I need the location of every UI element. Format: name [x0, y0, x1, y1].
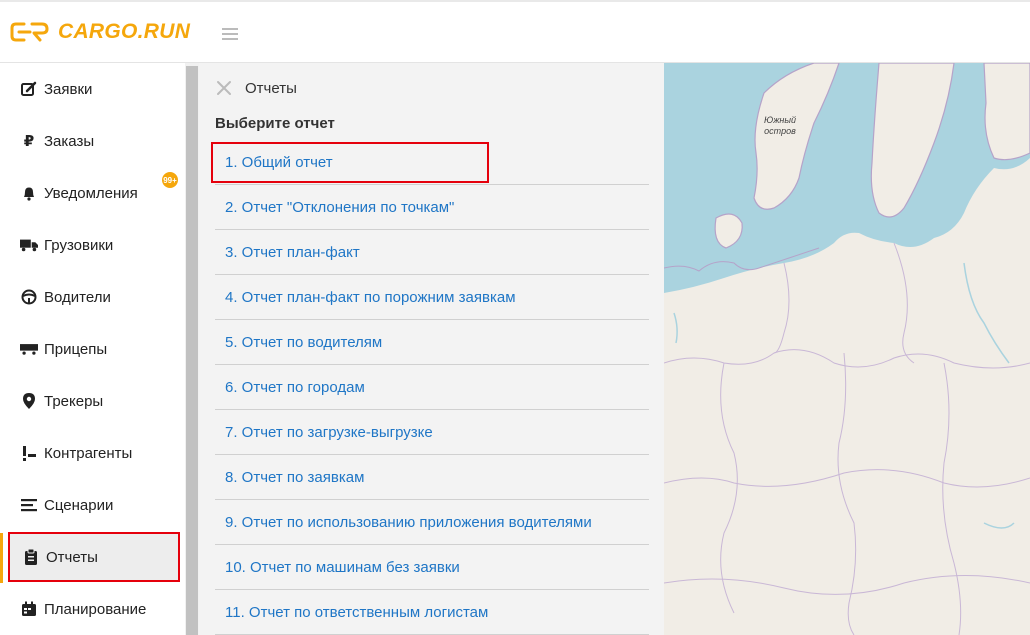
truck-icon	[20, 236, 38, 254]
report-link[interactable]: 11. Отчет по ответственным логистам	[215, 590, 649, 635]
contacts-icon	[20, 444, 38, 462]
clipboard-icon	[22, 548, 40, 566]
cargo-run-logo-icon	[10, 22, 49, 42]
sidebar-item-label: Заявки	[44, 80, 93, 98]
sidebar-item-label: Сценарии	[44, 496, 114, 514]
sidebar-item-trailers[interactable]: Прицепы	[8, 324, 180, 374]
sidebar-item-label: Заказы	[44, 132, 95, 150]
brand-name: CARGO.RUN	[58, 20, 191, 43]
sidebar-scrollbar-thumb[interactable]	[186, 66, 198, 635]
report-link[interactable]: 8. Отчет по заявкам	[215, 455, 649, 500]
reports-panel: Отчеты Выберите отчет 1. Общий отчет 2. …	[199, 63, 664, 635]
report-link[interactable]: 4. Отчет план-факт по порожним заявкам	[215, 275, 649, 320]
notifications-badge: 99+	[162, 172, 178, 188]
trailer-icon	[20, 340, 38, 358]
report-link[interactable]: 3. Отчет план-факт	[215, 230, 649, 275]
ruble-icon: ₽	[23, 133, 35, 150]
sidebar-item-label: Планирование	[44, 600, 147, 618]
report-link[interactable]: 7. Отчет по загрузке-выгрузке	[215, 410, 649, 455]
report-link[interactable]: 6. Отчет по городам	[215, 365, 649, 410]
panel-subtitle: Выберите отчет	[215, 115, 335, 132]
logo[interactable]: CARGO.RUN	[10, 20, 190, 44]
bell-icon	[20, 184, 38, 202]
report-link[interactable]: 10. Отчет по машинам без заявки	[215, 545, 649, 590]
edit-icon	[20, 80, 38, 98]
sidebar-item-planning[interactable]: Планирование	[8, 584, 180, 634]
map-tiles	[664, 63, 1030, 635]
sidebar-item-label: Уведомления	[44, 184, 138, 202]
report-link[interactable]: 2. Отчет "Отклонения по точкам"	[215, 185, 649, 230]
sidebar-item-orders[interactable]: ₽ Заказы	[8, 116, 180, 166]
map-label-south-island: Южный остров	[764, 115, 796, 136]
sidebar-item-notifications[interactable]: Уведомления	[8, 168, 180, 218]
report-link-general[interactable]: 1. Общий отчет	[211, 142, 489, 183]
report-link[interactable]: 9. Отчет по использованию приложения вод…	[215, 500, 649, 545]
sidebar-item-label: Водители	[44, 288, 111, 306]
app-header: CARGO.RUN	[0, 0, 1030, 63]
map-view[interactable]: Южный остров	[664, 63, 1030, 635]
sidebar-item-reports[interactable]: Отчеты	[8, 532, 180, 582]
sidebar-item-drivers[interactable]: Водители	[8, 272, 180, 322]
sidebar-item-label: Грузовики	[44, 236, 114, 254]
close-icon[interactable]	[216, 80, 232, 96]
map-marker-icon	[20, 392, 38, 410]
sidebar-item-requests[interactable]: Заявки	[8, 64, 180, 114]
menu-toggle-icon[interactable]	[222, 28, 238, 41]
sidebar: Заявки ₽ Заказы Уведомления 99+ Грузовик…	[0, 63, 185, 635]
sidebar-item-counterparties[interactable]: Контрагенты	[8, 428, 180, 478]
sidebar-item-label: Отчеты	[46, 548, 98, 566]
steering-wheel-icon	[20, 288, 38, 306]
panel-title: Отчеты	[245, 80, 297, 97]
sidebar-item-label: Трекеры	[44, 392, 104, 410]
report-link[interactable]: 5. Отчет по водителям	[215, 320, 649, 365]
sidebar-item-label: Контрагенты	[44, 444, 133, 462]
list-icon	[20, 496, 38, 514]
calendar-icon	[20, 600, 38, 618]
active-indicator	[0, 533, 3, 583]
sidebar-item-label: Прицепы	[44, 340, 108, 358]
sidebar-item-trackers[interactable]: Трекеры	[8, 376, 180, 426]
sidebar-item-trucks[interactable]: Грузовики	[8, 220, 180, 270]
sidebar-item-scenarios[interactable]: Сценарии	[8, 480, 180, 530]
